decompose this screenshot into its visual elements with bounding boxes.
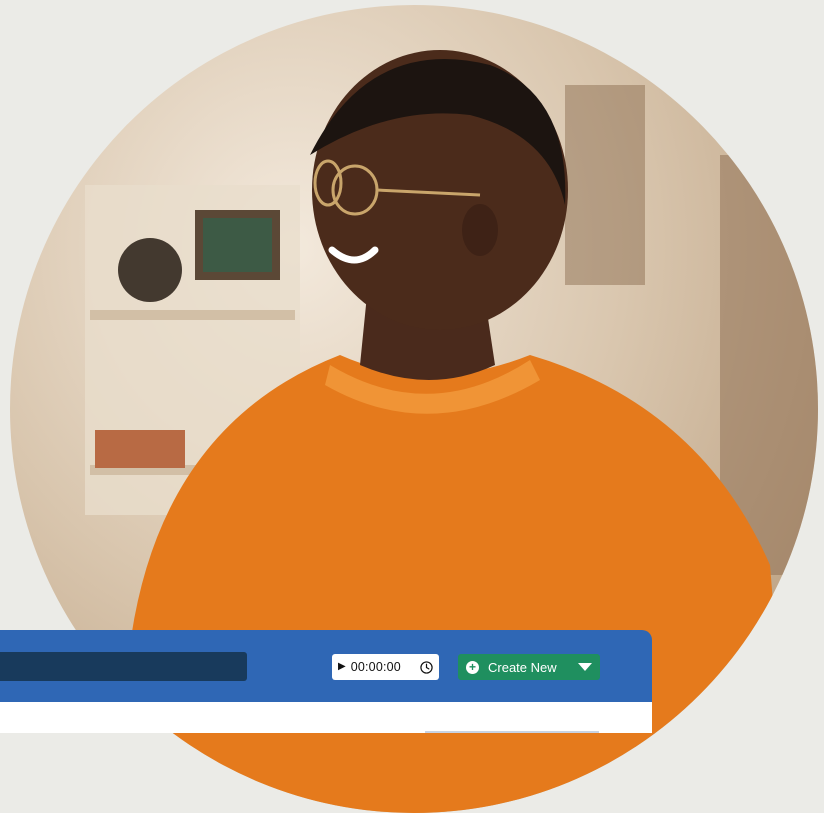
app-toolbar: ▶ 00:00:00 + Create New xyxy=(0,630,652,702)
clock-icon xyxy=(420,660,433,674)
create-new-button[interactable]: + Create New xyxy=(458,654,600,680)
search-input[interactable] xyxy=(0,652,247,681)
create-new-label: Create New xyxy=(488,659,557,675)
play-icon: ▶ xyxy=(338,661,346,672)
caret-down-icon[interactable] xyxy=(578,663,592,671)
time-tracker-button[interactable]: ▶ 00:00:00 xyxy=(332,654,439,680)
content-panel xyxy=(0,702,652,733)
timer-display: 00:00:00 xyxy=(350,660,401,674)
plus-icon: + xyxy=(466,660,479,674)
